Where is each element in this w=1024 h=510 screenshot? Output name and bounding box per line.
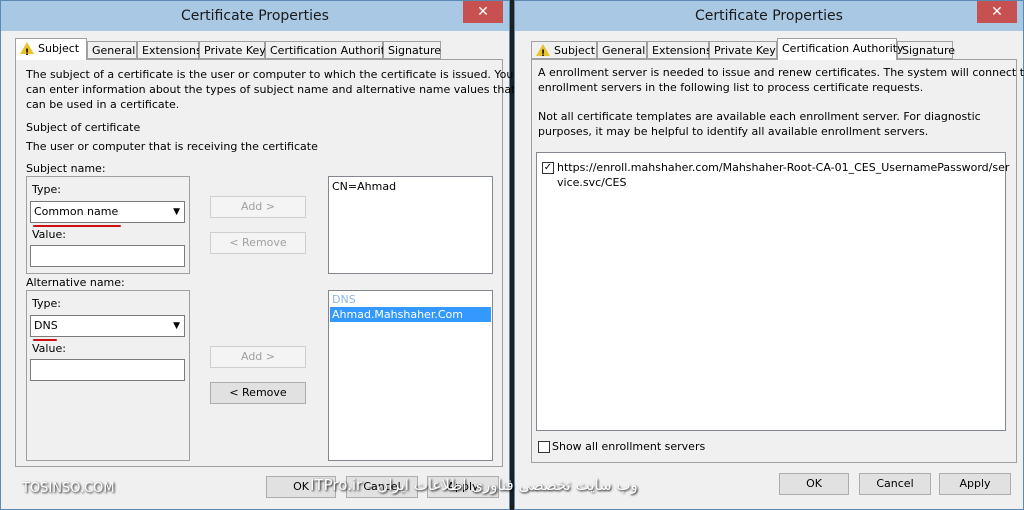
cancel-button[interactable]: Cancel bbox=[859, 473, 931, 495]
tab-certification-authority[interactable]: Certification Authority bbox=[777, 38, 904, 60]
tab-extensions[interactable]: Extensions bbox=[137, 41, 202, 59]
title-bar: Certificate Properties ✕ bbox=[515, 1, 1023, 31]
alt-value-label: Value: bbox=[32, 342, 66, 355]
description-line-1: A enrollment server is needed to issue a… bbox=[538, 66, 1024, 79]
chevron-down-icon: ▼ bbox=[173, 207, 180, 217]
subject-name-group: Type: Common name ▼ Value: bbox=[26, 176, 190, 274]
watermark-itpro: ITPro.ir - وب سایت تخصصی فناوری اطلاعات … bbox=[310, 476, 638, 494]
tab-panel-certification-authority: A enrollment server is needed to issue a… bbox=[531, 59, 1024, 463]
server-url-line-1[interactable]: https://enroll.mahshaher.com/Mahshaher-R… bbox=[557, 160, 1009, 175]
server-url-line-2[interactable]: vice.svc/CES bbox=[557, 175, 627, 190]
show-all-checkbox[interactable] bbox=[538, 441, 550, 453]
subject-list[interactable]: CN=Ahmad bbox=[328, 176, 493, 274]
dialog-title: Certificate Properties bbox=[695, 8, 843, 24]
title-bar: Certificate Properties ✕ bbox=[1, 1, 509, 31]
alternative-name-group: Type: DNS ▼ Value: bbox=[26, 290, 190, 461]
subject-value-label: Value: bbox=[32, 228, 66, 241]
subject-type-label: Type: bbox=[32, 183, 61, 196]
description-line-4: purposes, it may be helpful to identify … bbox=[538, 125, 929, 138]
tab-private-key[interactable]: Private Key bbox=[199, 41, 266, 59]
show-all-label[interactable]: Show all enrollment servers bbox=[552, 439, 705, 454]
tab-subject[interactable]: Subject bbox=[531, 41, 597, 63]
alt-remove-button[interactable]: < Remove bbox=[210, 382, 306, 404]
watermark-tosinso: TOSINSO.COM bbox=[22, 481, 115, 496]
subject-of-certificate-value: The user or computer that is receiving t… bbox=[26, 140, 318, 153]
list-group-header: DNS bbox=[332, 293, 356, 306]
tab-extensions[interactable]: Extensions bbox=[647, 41, 712, 59]
chevron-down-icon: ▼ bbox=[173, 321, 180, 331]
server-checkbox[interactable]: ✓ bbox=[542, 162, 554, 174]
tab-general[interactable]: General bbox=[87, 41, 137, 59]
tab-signature[interactable]: Signature bbox=[897, 41, 955, 59]
close-button[interactable]: ✕ bbox=[463, 1, 503, 23]
alternative-name-list[interactable]: DNS Ahmad.Mahshaher.Com bbox=[328, 290, 493, 461]
tab-private-key[interactable]: Private Key bbox=[709, 41, 777, 59]
description-line-2: enrollment servers in the following list… bbox=[538, 81, 924, 94]
alt-value-input[interactable] bbox=[30, 359, 185, 381]
alternative-name-label: Alternative name: bbox=[26, 276, 125, 289]
tab-panel-subject: The subject of a certificate is the user… bbox=[15, 59, 515, 467]
subject-of-certificate-label: Subject of certificate bbox=[26, 121, 141, 134]
subject-value-input[interactable] bbox=[30, 245, 185, 267]
subject-name-label: Subject name: bbox=[26, 162, 106, 175]
description-line-2: can enter information about the types of… bbox=[26, 83, 516, 96]
subject-remove-button[interactable]: < Remove bbox=[210, 232, 306, 254]
close-button[interactable]: ✕ bbox=[977, 1, 1017, 23]
subject-add-button[interactable]: Add > bbox=[210, 196, 306, 218]
alt-type-select[interactable]: DNS ▼ bbox=[30, 315, 185, 337]
list-item-selected[interactable]: Ahmad.Mahshaher.Com bbox=[330, 307, 491, 322]
tab-certification-authority[interactable]: Certification Authority bbox=[265, 41, 392, 59]
certificate-properties-dialog-right: Certificate Properties ✕ Subject General… bbox=[514, 0, 1024, 510]
dialog-title: Certificate Properties bbox=[181, 8, 329, 24]
tab-subject[interactable]: Subject bbox=[15, 38, 87, 63]
apply-button[interactable]: Apply bbox=[939, 473, 1011, 495]
subject-type-select[interactable]: Common name ▼ bbox=[30, 201, 185, 223]
warning-icon bbox=[536, 44, 550, 63]
certificate-properties-dialog-left: Certificate Properties ✕ Subject General… bbox=[0, 0, 515, 510]
tab-signature[interactable]: Signature bbox=[383, 41, 441, 59]
tab-general[interactable]: General bbox=[597, 41, 647, 59]
warning-icon bbox=[20, 42, 34, 63]
ok-button[interactable]: OK bbox=[779, 473, 849, 495]
list-item[interactable]: CN=Ahmad bbox=[332, 179, 396, 194]
description-line-3: Not all certificate templates are availa… bbox=[538, 110, 981, 123]
description-line-1: The subject of a certificate is the user… bbox=[26, 68, 514, 81]
alt-type-label: Type: bbox=[32, 297, 61, 310]
description-line-3: can be used in a certificate. bbox=[26, 98, 180, 111]
alt-add-button[interactable]: Add > bbox=[210, 346, 306, 368]
enrollment-server-list[interactable]: ✓ https://enroll.mahshaher.com/Mahshaher… bbox=[536, 152, 1009, 431]
